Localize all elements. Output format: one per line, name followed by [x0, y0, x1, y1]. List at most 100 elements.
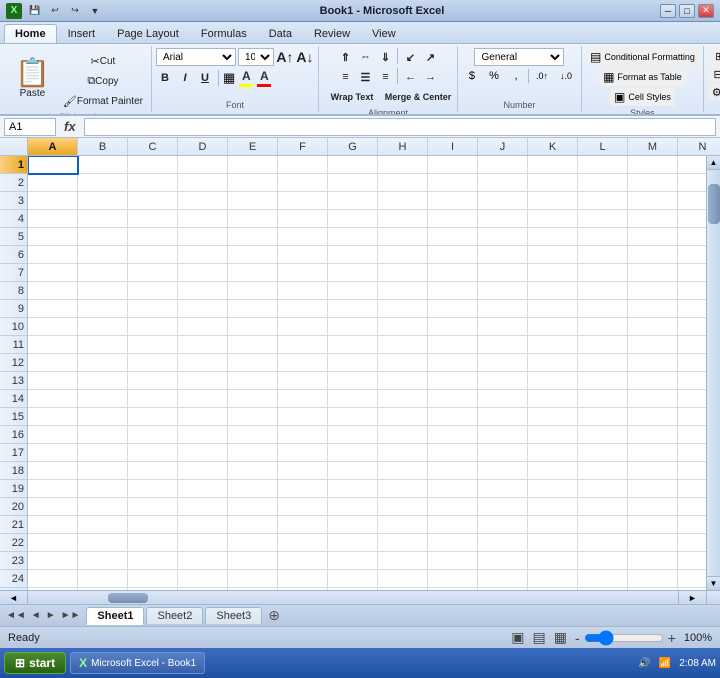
- row-num-8[interactable]: 8: [0, 282, 28, 300]
- row-num-2[interactable]: 2: [0, 174, 28, 192]
- row-num-7[interactable]: 7: [0, 264, 28, 282]
- fill-color-btn[interactable]: A: [239, 69, 253, 87]
- taskbar-app-excel[interactable]: X Microsoft Excel - Book1: [70, 652, 205, 674]
- align-right-btn[interactable]: ≡: [376, 68, 394, 86]
- cell-K1[interactable]: [528, 156, 578, 174]
- paste-btn[interactable]: 📋 Paste: [8, 53, 57, 105]
- font-size-select[interactable]: 10: [238, 48, 274, 66]
- cell-H1[interactable]: [378, 156, 428, 174]
- cell-E1[interactable]: [228, 156, 278, 174]
- row-num-4[interactable]: 4: [0, 210, 28, 228]
- format-cells-btn[interactable]: ⚙ Format ▼: [708, 84, 720, 100]
- tab-data[interactable]: Data: [258, 24, 303, 43]
- cut-btn[interactable]: ✂ Cut: [59, 52, 147, 70]
- maximize-btn[interactable]: □: [679, 4, 695, 18]
- cell-A1[interactable]: [28, 156, 78, 174]
- row-num-16[interactable]: 16: [0, 426, 28, 444]
- tab-nav-last[interactable]: ►►: [59, 608, 83, 623]
- col-header-I[interactable]: I: [428, 138, 478, 155]
- row-num-3[interactable]: 3: [0, 192, 28, 210]
- font-grow-btn[interactable]: A↑: [276, 48, 294, 66]
- align-bottom-btn[interactable]: ⇓: [376, 48, 394, 66]
- thousands-btn[interactable]: ,: [506, 68, 526, 84]
- row-num-18[interactable]: 18: [0, 462, 28, 480]
- tab-view[interactable]: View: [361, 24, 407, 43]
- col-header-C[interactable]: C: [128, 138, 178, 155]
- row-num-1[interactable]: 1: [0, 156, 28, 174]
- col-header-E[interactable]: E: [228, 138, 278, 155]
- cell-D1[interactable]: [178, 156, 228, 174]
- text-angle-btn[interactable]: ↗: [421, 48, 439, 66]
- col-header-H[interactable]: H: [378, 138, 428, 155]
- italic-btn[interactable]: I: [176, 69, 194, 87]
- font-color-btn[interactable]: A: [257, 69, 271, 87]
- tab-nav-prev[interactable]: ◄: [29, 608, 43, 623]
- cell-C1[interactable]: [128, 156, 178, 174]
- underline-btn[interactable]: U: [196, 69, 214, 87]
- tab-nav-first[interactable]: ◄◄: [4, 608, 28, 623]
- col-header-A[interactable]: A: [28, 138, 78, 155]
- row-num-6[interactable]: 6: [0, 246, 28, 264]
- col-header-G[interactable]: G: [328, 138, 378, 155]
- row-num-23[interactable]: 23: [0, 552, 28, 570]
- decrease-decimal-btn[interactable]: ↓.0: [555, 68, 577, 84]
- indent-dec-btn[interactable]: ←: [401, 68, 419, 86]
- align-middle-btn[interactable]: ⇔: [356, 48, 374, 66]
- page-layout-view-btn[interactable]: ▤: [533, 629, 546, 646]
- col-header-M[interactable]: M: [628, 138, 678, 155]
- format-painter-btn[interactable]: 🖌 Format Painter: [59, 92, 147, 110]
- cell-B1[interactable]: [78, 156, 128, 174]
- start-button[interactable]: ⊞ start: [4, 652, 66, 674]
- col-header-F[interactable]: F: [278, 138, 328, 155]
- percent-btn[interactable]: %: [484, 68, 504, 84]
- increase-decimal-btn[interactable]: .0↑: [531, 68, 553, 84]
- col-header-D[interactable]: D: [178, 138, 228, 155]
- tab-page-layout[interactable]: Page Layout: [106, 24, 190, 43]
- undo-quick-btn[interactable]: ↩: [46, 3, 64, 19]
- cell-G1[interactable]: [328, 156, 378, 174]
- wrap-text-btn[interactable]: Wrap Text: [323, 88, 381, 106]
- zoom-level[interactable]: 100%: [684, 632, 712, 644]
- formula-input[interactable]: [84, 118, 716, 136]
- row-num-12[interactable]: 12: [0, 354, 28, 372]
- row-num-15[interactable]: 15: [0, 408, 28, 426]
- col-header-B[interactable]: B: [78, 138, 128, 155]
- h-scrollbar[interactable]: [28, 591, 678, 604]
- cell-L1[interactable]: [578, 156, 628, 174]
- col-header-L[interactable]: L: [578, 138, 628, 155]
- conditional-formatting-btn[interactable]: ▤ Conditional Formatting: [586, 48, 699, 66]
- new-sheet-btn[interactable]: ⊕: [268, 607, 280, 624]
- tab-home[interactable]: Home: [4, 24, 57, 43]
- dollar-btn[interactable]: $: [462, 68, 482, 84]
- h-scroll-thumb[interactable]: [108, 593, 148, 603]
- tab-review[interactable]: Review: [303, 24, 361, 43]
- normal-view-btn[interactable]: ▣: [511, 629, 524, 646]
- col-header-K[interactable]: K: [528, 138, 578, 155]
- indent-inc-btn[interactable]: →: [421, 68, 439, 86]
- page-break-view-btn[interactable]: ▦: [554, 629, 567, 646]
- redo-quick-btn[interactable]: ↪: [66, 3, 84, 19]
- insert-cells-btn[interactable]: ⊞ Insert ▼: [711, 48, 720, 64]
- cell-J1[interactable]: [478, 156, 528, 174]
- save-quick-btn[interactable]: 💾: [26, 3, 44, 19]
- col-header-J[interactable]: J: [478, 138, 528, 155]
- scroll-right-btn[interactable]: ►: [678, 591, 706, 604]
- zoom-slider[interactable]: [584, 633, 664, 643]
- copy-btn[interactable]: ⧉ Copy: [59, 72, 147, 90]
- cell-M1[interactable]: [628, 156, 678, 174]
- cell-F1[interactable]: [278, 156, 328, 174]
- cell-I1[interactable]: [428, 156, 478, 174]
- row-num-11[interactable]: 11: [0, 336, 28, 354]
- minimize-btn[interactable]: ─: [660, 4, 676, 18]
- close-btn[interactable]: ✕: [698, 4, 714, 18]
- tab-formulas[interactable]: Formulas: [190, 24, 258, 43]
- tab-nav-next[interactable]: ►: [44, 608, 58, 623]
- zoom-in-btn[interactable]: +: [668, 630, 676, 646]
- tab-insert[interactable]: Insert: [57, 24, 107, 43]
- format-as-table-btn[interactable]: ▦ Format as Table: [599, 68, 686, 86]
- row-num-5[interactable]: 5: [0, 228, 28, 246]
- row-num-21[interactable]: 21: [0, 516, 28, 534]
- cell-N1[interactable]: [678, 156, 706, 174]
- col-header-N[interactable]: N: [678, 138, 720, 155]
- row-num-17[interactable]: 17: [0, 444, 28, 462]
